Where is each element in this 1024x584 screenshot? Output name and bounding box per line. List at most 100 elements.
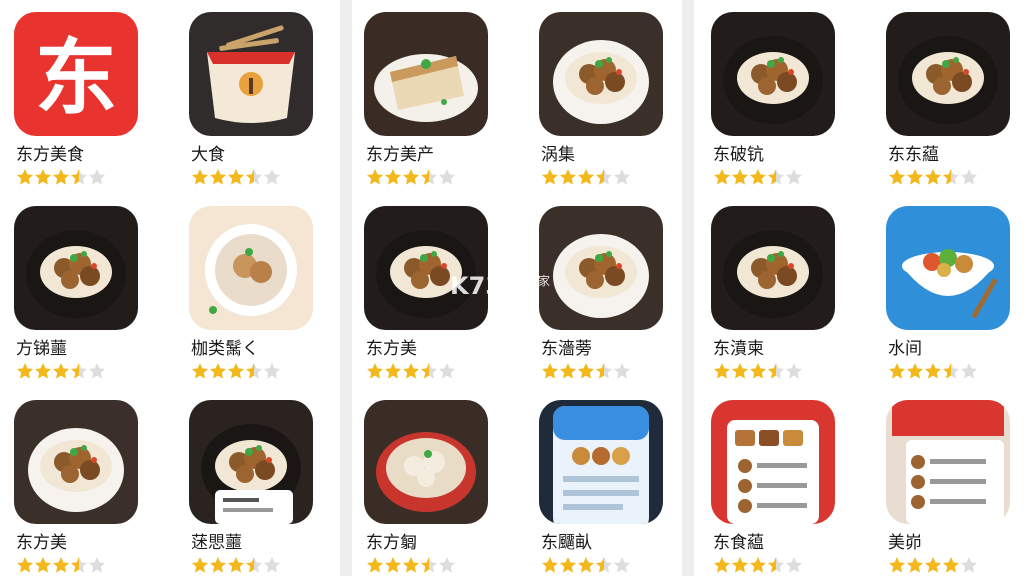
app-rating (366, 168, 456, 186)
app-icon[interactable] (711, 206, 835, 330)
app-tile[interactable]: 东破钪 (711, 6, 861, 196)
app-icon[interactable] (14, 206, 138, 330)
chicken-rice-plate-icon (189, 206, 313, 330)
star-rating (367, 557, 455, 573)
star-icon (732, 169, 748, 185)
star-icon (403, 363, 419, 379)
app-tile[interactable]: 东濆柬 (711, 200, 861, 390)
star-icon (925, 169, 941, 185)
phone-app-screen-icon (539, 400, 663, 524)
star-icon (53, 557, 69, 573)
app-icon[interactable] (539, 400, 663, 524)
plated-meat-dish-icon (539, 12, 663, 136)
app-tile[interactable]: 美峁 (886, 394, 1024, 584)
app-name[interactable]: 东食藴 (713, 532, 764, 554)
app-name[interactable]: 方锑蘁 (16, 338, 67, 360)
app-tile[interactable]: 枷类鬗く (189, 200, 339, 390)
app-icon[interactable] (886, 400, 1010, 524)
app-tile[interactable]: 东方匔 (364, 394, 514, 584)
star-icon (732, 363, 748, 379)
food-bag-icon (189, 12, 313, 136)
app-rating (16, 362, 106, 380)
app-icon[interactable] (886, 12, 1010, 136)
app-name[interactable]: 东方美产 (366, 144, 434, 166)
app-rating (191, 168, 281, 186)
app-name[interactable]: 东东藴 (888, 144, 939, 166)
star-icon (210, 363, 226, 379)
star-icon (714, 557, 730, 573)
app-icon[interactable] (14, 400, 138, 524)
star-icon (367, 363, 383, 379)
app-tile[interactable]: 东方美产 (364, 6, 514, 196)
app-name[interactable]: 美峁 (888, 532, 922, 554)
app-rating (713, 168, 803, 186)
app-tile[interactable]: 涡集 (539, 6, 689, 196)
stir-fry-dish-icon (14, 206, 138, 330)
app-rating (191, 362, 281, 380)
star-icon (367, 557, 383, 573)
app-tile[interactable]: 东食藴 (711, 394, 861, 584)
app-tile[interactable]: 东方美 (14, 394, 164, 584)
app-icon[interactable] (189, 12, 313, 136)
salad-bowl-icon (886, 206, 1010, 330)
app-icon[interactable] (539, 12, 663, 136)
star-icon (596, 557, 612, 573)
stir-fry-dish-icon (886, 12, 1010, 136)
app-name[interactable]: 水间 (888, 338, 922, 360)
app-icon[interactable]: 东 (14, 12, 138, 136)
app-icon[interactable] (189, 206, 313, 330)
app-name[interactable]: 东方美食 (16, 144, 84, 166)
star-icon (907, 169, 923, 185)
app-rating (888, 168, 978, 186)
star-rating (17, 557, 105, 573)
tofu-roll-dish-icon (364, 12, 488, 136)
star-icon (542, 169, 558, 185)
stir-fry-dish-icon (364, 206, 488, 330)
app-icon[interactable] (711, 400, 835, 524)
app-name[interactable]: 蒁愳蘁 (191, 532, 242, 554)
star-icon (53, 363, 69, 379)
app-icon[interactable] (886, 206, 1010, 330)
app-tile[interactable]: 东东藴 (886, 6, 1024, 196)
app-rating (888, 556, 978, 574)
app-name[interactable]: 东方美 (16, 532, 67, 554)
app-tile[interactable]: 水间 (886, 200, 1024, 390)
app-icon[interactable] (189, 400, 313, 524)
app-name[interactable]: 东濆柬 (713, 338, 764, 360)
app-tile[interactable]: 东东方美食 (14, 6, 164, 196)
app-name[interactable]: 东破钪 (713, 144, 764, 166)
app-name[interactable]: 东方美 (366, 338, 417, 360)
app-icon[interactable] (364, 12, 488, 136)
star-icon (925, 363, 941, 379)
app-rating (713, 362, 803, 380)
app-name[interactable]: 涡集 (541, 144, 575, 166)
star-icon (264, 169, 280, 185)
app-name[interactable]: 大食 (191, 144, 225, 166)
star-icon (71, 363, 87, 379)
app-rating (888, 362, 978, 380)
star-rating (889, 169, 977, 185)
app-icon[interactable] (711, 12, 835, 136)
star-rating (367, 363, 455, 379)
app-tile[interactable]: 东飅畒 (539, 394, 689, 584)
app-tile[interactable]: 大食 (189, 6, 339, 196)
app-name[interactable]: 东方匔 (366, 532, 417, 554)
star-icon (714, 363, 730, 379)
star-icon (264, 363, 280, 379)
app-tile[interactable]: 方锑蘁 (14, 200, 164, 390)
star-icon (961, 169, 977, 185)
app-icon[interactable] (364, 206, 488, 330)
stir-fry-dish-icon (711, 12, 835, 136)
star-icon (421, 169, 437, 185)
star-icon (786, 169, 802, 185)
star-icon (403, 169, 419, 185)
app-name[interactable]: 枷类鬗く (191, 338, 259, 360)
app-icon[interactable] (364, 400, 488, 524)
app-name[interactable]: 东濇蒡 (541, 338, 592, 360)
stir-fry-dish-icon (711, 206, 835, 330)
app-icon[interactable] (539, 206, 663, 330)
app-name[interactable]: 东飅畒 (541, 532, 592, 554)
app-tile[interactable]: 蒁愳蘁 (189, 394, 339, 584)
star-icon (192, 557, 208, 573)
star-icon (89, 363, 105, 379)
